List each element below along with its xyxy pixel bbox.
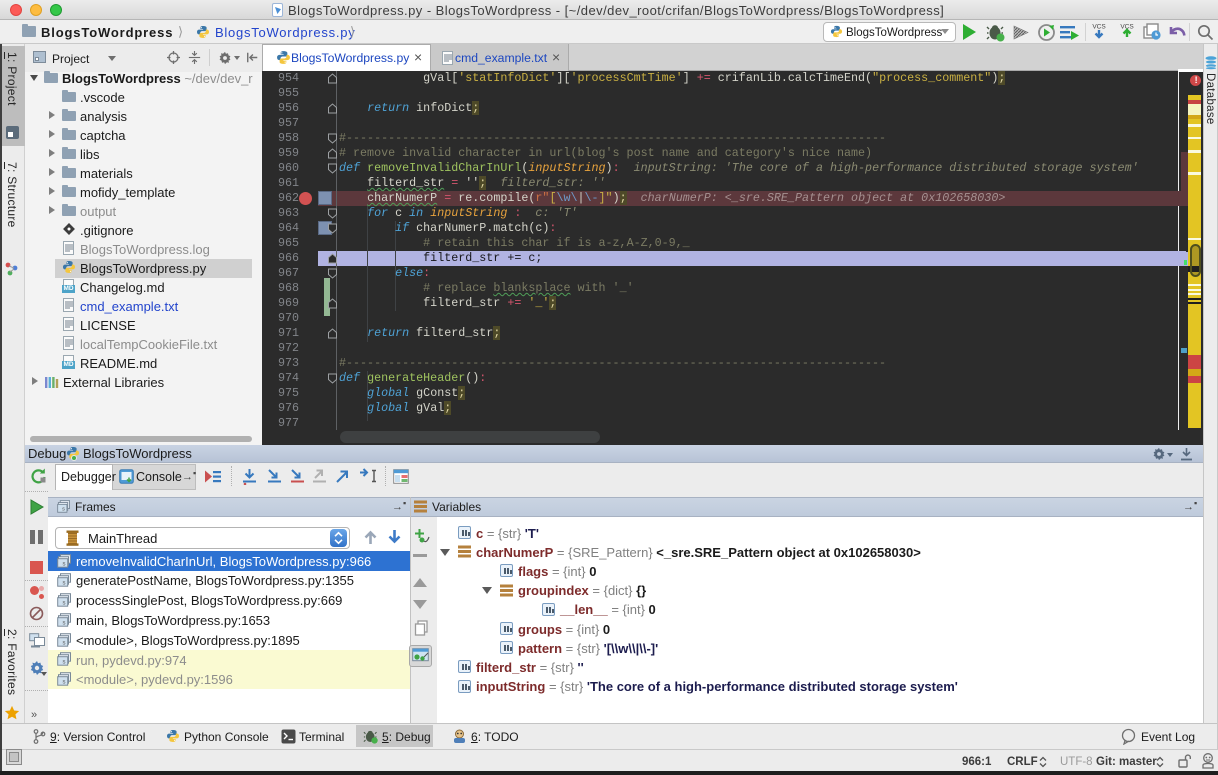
svg-text:s: s [62, 507, 65, 513]
svg-text:s: s [63, 640, 66, 646]
svg-text:s: s [63, 561, 66, 567]
svg-text:s: s [63, 581, 66, 587]
svg-text:s: s [63, 601, 66, 607]
svg-text:s: s [63, 620, 66, 626]
svg-text:VCS: VCS [1092, 24, 1106, 31]
svg-text:s: s [63, 680, 66, 686]
svg-text:s: s [63, 660, 66, 666]
